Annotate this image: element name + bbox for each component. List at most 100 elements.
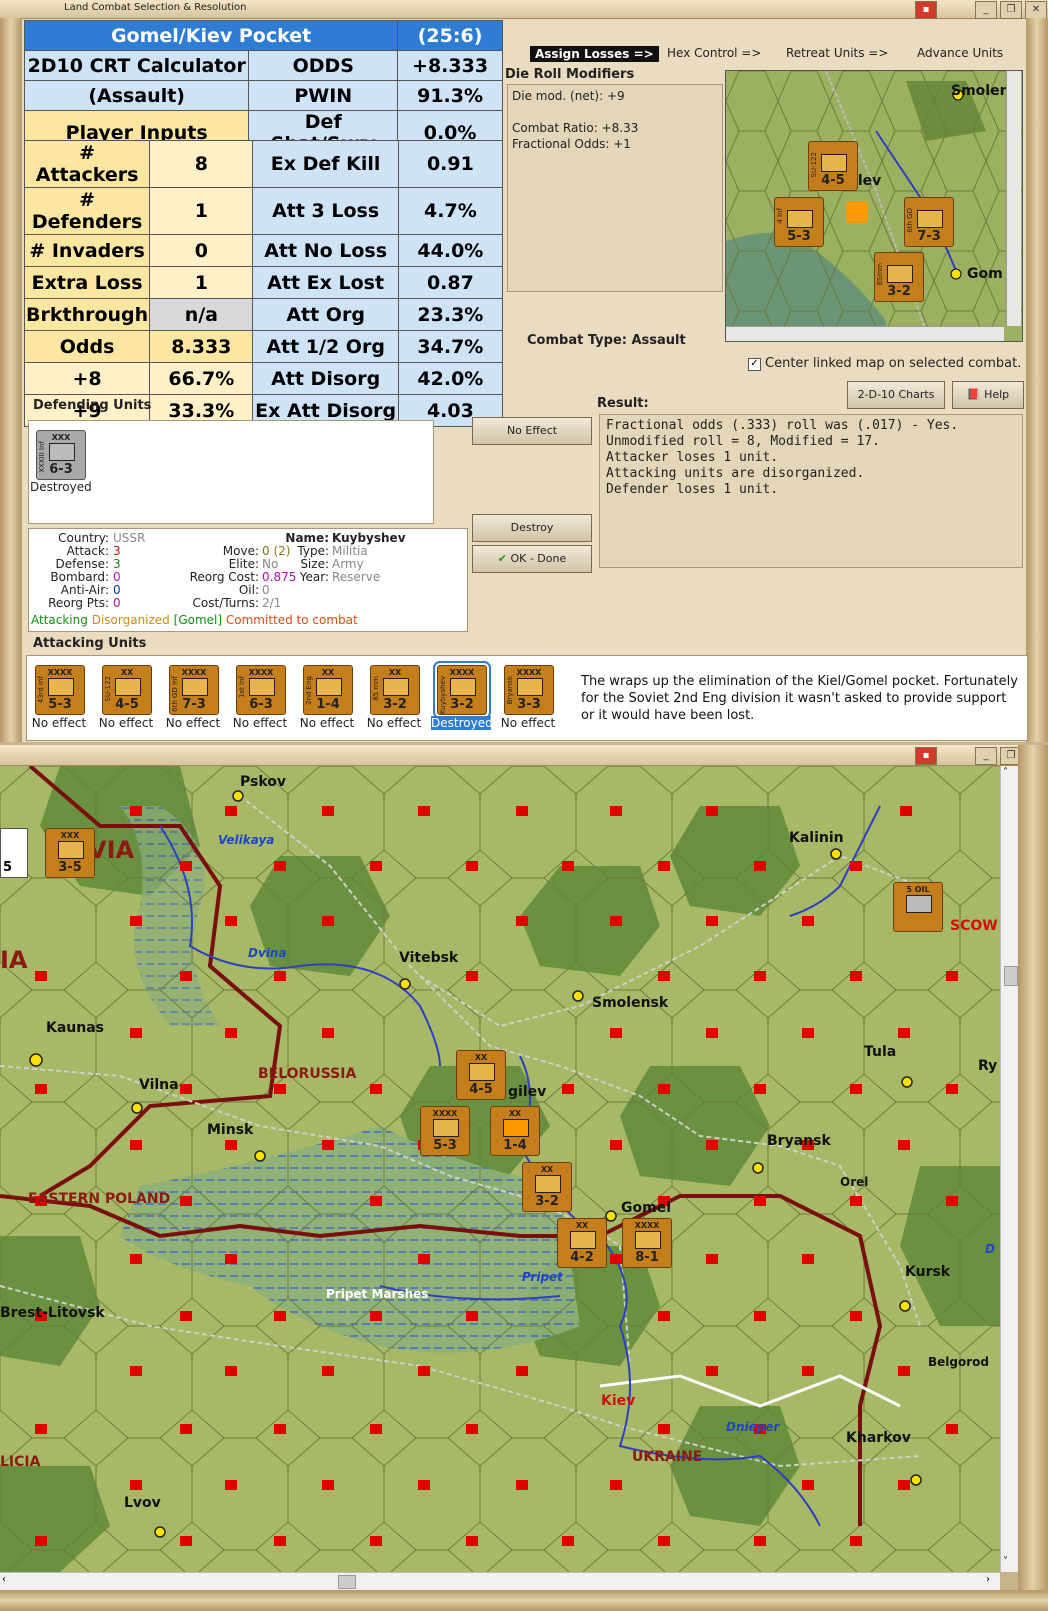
combat-ratio-line: Combat Ratio: +8.33: [512, 121, 639, 135]
hscroll-thumb[interactable]: [338, 1575, 356, 1589]
unit-symbol-icon: [450, 678, 476, 696]
minimap-vscroll[interactable]: [1006, 71, 1021, 326]
scroll-down-icon[interactable]: ˅: [1003, 1556, 1008, 1567]
map-region-lithuania: IA: [0, 946, 28, 974]
help-label: Help: [984, 388, 1010, 401]
map-unit-85mm[interactable]: XX 3-2: [522, 1162, 572, 1212]
attacker-unit[interactable]: XXXX 6th GD Inf 7-3: [169, 665, 219, 715]
charts-button[interactable]: 2-D-10 Charts: [847, 381, 945, 409]
die-mod-blank: [512, 104, 638, 120]
map-unit-gomel-b[interactable]: XXXX 8-1: [622, 1218, 672, 1268]
artillery-symbol-icon: [887, 265, 913, 283]
att-half-org-label: Att 1/2 Org: [252, 330, 399, 363]
minimap-unit-strength: 4-5: [821, 173, 845, 188]
attacker-unit[interactable]: XX SU-122 4-5: [102, 665, 152, 715]
att-no-loss-label: Att No Loss: [252, 234, 399, 267]
minimap-unit-su122[interactable]: SU-122 4-5: [808, 141, 858, 191]
infantry-symbol-icon: [49, 443, 75, 461]
minimap-unit-inf[interactable]: 4 Inf 5-3: [774, 197, 824, 247]
map-vertical-scrollbar[interactable]: ˄ ˅: [1000, 766, 1019, 1572]
infantry-symbol-icon: [635, 1231, 661, 1249]
scroll-right-icon[interactable]: ›: [986, 1574, 990, 1585]
scroll-up-icon[interactable]: ˄: [1003, 767, 1008, 778]
linked-minimap[interactable]: Smolens gilev Gom SU-122 4-5 4 Inf 5-3 6…: [725, 70, 1023, 342]
scroll-left-icon[interactable]: ‹: [2, 1574, 6, 1585]
strategic-map[interactable]: Pskov Kalinin Vitebsk Smolensk Kaunas Vi…: [0, 766, 1000, 1572]
help-button[interactable]: 📕 Help: [952, 381, 1024, 409]
map-unit-latvia[interactable]: XXX 3-5: [45, 828, 95, 878]
map-unit-oil-depot[interactable]: 5 OIL: [893, 882, 943, 932]
map-unit-inf-army[interactable]: XXXX 5-3: [420, 1106, 470, 1156]
invaders-input[interactable]: 0: [149, 234, 254, 267]
combat-dialog: Land Combat Selection & Resolution ▪ _ ❐…: [0, 0, 1048, 742]
minimize-icon[interactable]: _: [975, 1, 997, 19]
ex-def-kill-value: 0.91: [397, 140, 504, 188]
attacker-unit[interactable]: XXXX Bryansk 3-3: [504, 665, 554, 715]
defender-unit-kuybyshev[interactable]: XXX XXXIII Inf 6-3: [36, 430, 86, 480]
defenders-input[interactable]: 1: [149, 187, 254, 235]
country-value: USSR: [113, 531, 146, 545]
infantry-symbol-icon: [58, 841, 84, 859]
map-city-brest-litovsk: Brest-Litovsk: [0, 1305, 105, 1321]
book-icon: 📕: [966, 388, 981, 401]
unit-strength: 5-3: [48, 697, 72, 712]
unit-strength: 5: [3, 860, 13, 875]
close-icon[interactable]: ✕: [1025, 1, 1047, 19]
cost-turns-label: Cost/Turns:: [192, 596, 259, 610]
attacker-unit[interactable]: XXXX 43rd Inf 5-3: [35, 665, 85, 715]
ok-done-label: OK - Done: [510, 552, 567, 565]
no-effect-button[interactable]: No Effect: [472, 417, 592, 445]
tab-hex-control[interactable]: Hex Control =>: [667, 46, 761, 60]
destroy-button[interactable]: Destroy: [472, 514, 592, 542]
map-unit-su122[interactable]: XX 4-5: [456, 1050, 506, 1100]
map-unit-german-partial[interactable]: 5: [0, 828, 28, 878]
unit-size: XX: [540, 1165, 554, 1174]
odds-value: +8.333: [397, 50, 503, 81]
defender-status: Destroyed: [30, 480, 92, 494]
unit-strength: 4-2: [570, 1250, 594, 1265]
unit-strength: 4-5: [115, 697, 139, 712]
unit-size: XX: [508, 1109, 522, 1118]
vscroll-thumb[interactable]: [1004, 966, 1018, 986]
tab-retreat-units[interactable]: Retreat Units =>: [786, 46, 888, 60]
attacker-unit[interactable]: XX 2nd Eng 1-4: [303, 665, 353, 715]
pwin-value: 91.3%: [397, 80, 503, 111]
status-attacking: Attacking: [31, 613, 88, 627]
center-map-checkbox[interactable]: ✓: [748, 358, 761, 371]
unit-strength: 3-2: [450, 697, 474, 712]
map-city-minsk: Minsk: [207, 1122, 254, 1138]
attackers-input[interactable]: 8: [149, 140, 254, 188]
minimap-hscroll[interactable]: [726, 326, 1004, 341]
frame-left: [0, 18, 22, 742]
map-horizontal-scrollbar[interactable]: ‹ ›: [0, 1572, 1000, 1591]
minimap-unit-85mm[interactable]: 85mm 3-2: [874, 252, 924, 302]
ok-done-button[interactable]: ✔ OK - Done: [472, 545, 592, 573]
minimize-icon[interactable]: _: [975, 747, 997, 765]
map-city-orel: Orel: [840, 1175, 869, 1189]
extra-loss-input[interactable]: 1: [149, 266, 254, 299]
unit-info-panel: Country: Attack: Defense: Bombard: Anti-…: [28, 528, 468, 632]
unit-symbol-icon: [517, 678, 543, 696]
tab-assign-losses[interactable]: Assign Losses =>: [530, 46, 659, 62]
attacker-unit[interactable]: XX 85 mm 3-2: [370, 665, 420, 715]
att-org-value: 23.3%: [397, 298, 504, 331]
attacker-unit[interactable]: XXXX 1st Inf 6-3: [236, 665, 286, 715]
minimap-unit-gd[interactable]: 6th GD 7-3: [904, 197, 954, 247]
crt-type-label: (Assault): [23, 80, 250, 111]
breakthrough-input[interactable]: n/a: [149, 298, 254, 331]
unit-size: XXXX: [432, 1109, 458, 1118]
map-city-kharkov: Kharkov: [846, 1430, 911, 1446]
attackers-label: # Attackers: [23, 140, 151, 188]
red-marker-icon: ▪: [915, 747, 937, 765]
map-unit-2nd-eng[interactable]: XX 1-4: [490, 1106, 540, 1156]
tab-advance-units[interactable]: Advance Units: [917, 46, 1003, 60]
attacker-unit[interactable]: XXXX Kuybyshev 3-2: [433, 661, 491, 719]
unit-symbol-icon: [316, 678, 342, 696]
map-city-smolensk: Smolensk: [592, 995, 669, 1011]
restore-icon[interactable]: ❐: [1000, 1, 1022, 19]
breakthrough-label: Brkthrough: [23, 298, 151, 331]
combat-type: Combat Type: Assault: [527, 333, 686, 348]
unit-size: 5 OIL: [906, 885, 930, 894]
map-unit-gomel-a[interactable]: XX 4-2: [557, 1218, 607, 1268]
att-disorg-label: Att Disorg: [252, 362, 399, 395]
